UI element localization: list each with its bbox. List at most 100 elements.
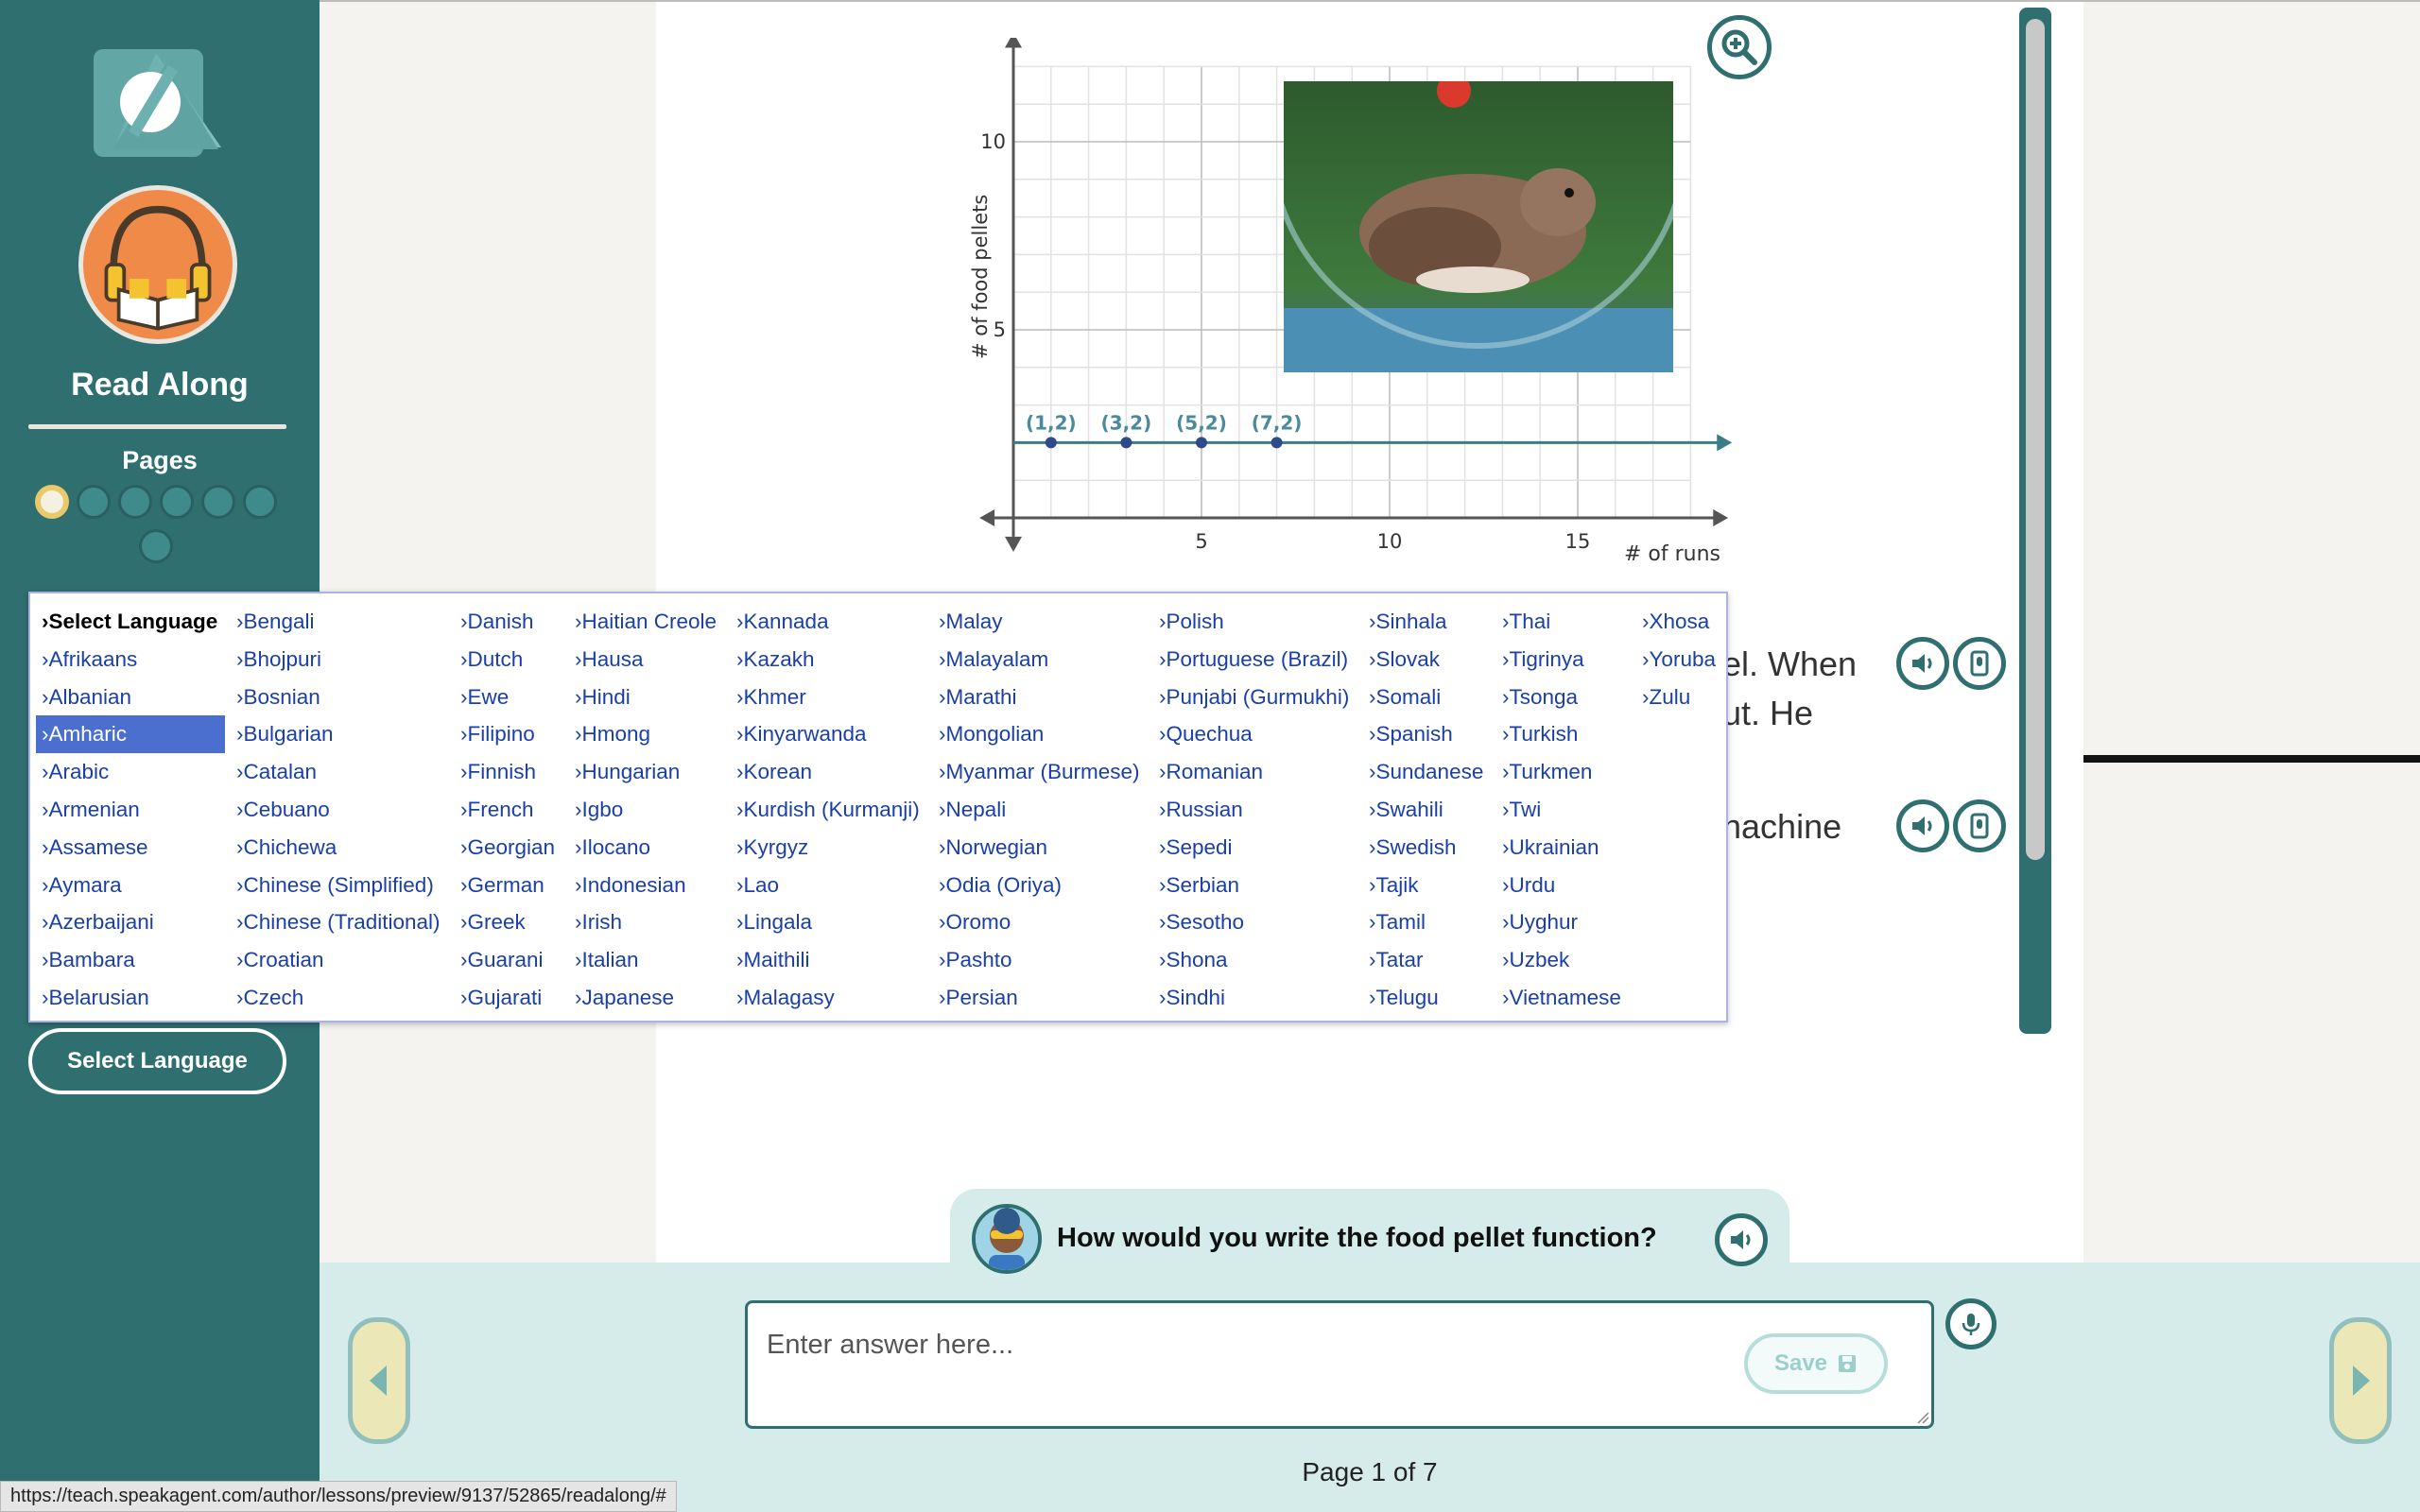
language-option[interactable]: ›Malayalam: [933, 641, 1140, 679]
save-button[interactable]: Save: [1744, 1333, 1888, 1394]
language-option[interactable]: ›Kannada: [731, 603, 920, 641]
language-option[interactable]: ›Malay: [933, 603, 1140, 641]
language-option[interactable]: ›Portuguese (Brazil): [1153, 641, 1349, 679]
language-option[interactable]: ›Tamil: [1363, 903, 1483, 941]
page-dot-4[interactable]: [160, 485, 194, 519]
language-option[interactable]: ›Bosnian: [231, 679, 441, 716]
language-option[interactable]: ›Arabic: [36, 753, 225, 791]
language-option[interactable]: ›Catalan: [231, 753, 441, 791]
select-language-button[interactable]: Select Language: [28, 1028, 286, 1094]
language-option[interactable]: ›Tajik: [1363, 867, 1483, 904]
language-option[interactable]: ›Sinhala: [1363, 603, 1483, 641]
page-dot-5[interactable]: [201, 485, 235, 519]
answer-input[interactable]: [767, 1326, 1674, 1364]
language-option[interactable]: ›Yoruba: [1636, 641, 1716, 679]
language-option[interactable]: ›Korean: [731, 753, 920, 791]
language-option[interactable]: ›Select Language: [36, 603, 225, 641]
language-option[interactable]: ›Somali: [1363, 679, 1483, 716]
language-option[interactable]: ›Uzbek: [1496, 941, 1621, 979]
language-option[interactable]: ›Quechua: [1153, 715, 1349, 753]
language-option[interactable]: ›Thai: [1496, 603, 1621, 641]
language-option[interactable]: ›Norwegian: [933, 829, 1140, 867]
language-option[interactable]: ›Sindhi: [1153, 979, 1349, 1017]
language-option[interactable]: ›Croatian: [231, 941, 441, 979]
language-option[interactable]: ›Assamese: [36, 829, 225, 867]
language-option[interactable]: ›Aymara: [36, 867, 225, 904]
language-option[interactable]: ›Romanian: [1153, 753, 1349, 791]
language-option[interactable]: ›Serbian: [1153, 867, 1349, 904]
language-option[interactable]: ›Swahili: [1363, 791, 1483, 829]
resize-grip-icon[interactable]: [1916, 1411, 1929, 1424]
language-option[interactable]: ›Bulgarian: [231, 715, 441, 753]
language-option[interactable]: ›Uyghur: [1496, 903, 1621, 941]
language-option[interactable]: ›Russian: [1153, 791, 1349, 829]
language-option[interactable]: ›Tatar: [1363, 941, 1483, 979]
language-option[interactable]: ›Japanese: [569, 979, 717, 1017]
language-option[interactable]: ›Persian: [933, 979, 1140, 1017]
language-option[interactable]: ›Marathi: [933, 679, 1140, 716]
language-option[interactable]: ›Kazakh: [731, 641, 920, 679]
language-option[interactable]: ›Lingala: [731, 903, 920, 941]
paragraph-1-audio-button[interactable]: [1896, 637, 1949, 690]
language-option[interactable]: ›Dutch: [455, 641, 555, 679]
language-option[interactable]: ›Belarusian: [36, 979, 225, 1017]
language-option[interactable]: ›Kinyarwanda: [731, 715, 920, 753]
language-option[interactable]: ›Chichewa: [231, 829, 441, 867]
language-option[interactable]: ›Spanish: [1363, 715, 1483, 753]
scrollbar-thumb[interactable]: [2026, 19, 2045, 860]
language-option[interactable]: ›Kurdish (Kurmanji): [731, 791, 920, 829]
paragraph-1-record-button[interactable]: [1953, 637, 2006, 690]
language-option[interactable]: ›Greek: [455, 903, 555, 941]
language-option[interactable]: ›Urdu: [1496, 867, 1621, 904]
language-option[interactable]: ›Finnish: [455, 753, 555, 791]
language-option[interactable]: ›Bhojpuri: [231, 641, 441, 679]
language-option[interactable]: ›Chinese (Traditional): [231, 903, 441, 941]
language-option[interactable]: ›Lao: [731, 867, 920, 904]
language-option[interactable]: ›Kyrgyz: [731, 829, 920, 867]
language-option[interactable]: ›Odia (Oriya): [933, 867, 1140, 904]
language-option[interactable]: ›Slovak: [1363, 641, 1483, 679]
language-option[interactable]: ›Bengali: [231, 603, 441, 641]
language-option[interactable]: ›Punjabi (Gurmukhi): [1153, 679, 1349, 716]
language-option[interactable]: ›Myanmar (Burmese): [933, 753, 1140, 791]
language-option[interactable]: ›Hmong: [569, 715, 717, 753]
paragraph-2-audio-button[interactable]: [1896, 799, 1949, 852]
page-dot-7[interactable]: [139, 529, 173, 563]
language-option[interactable]: ›Ukrainian: [1496, 829, 1621, 867]
language-option[interactable]: ›Haitian Creole: [569, 603, 717, 641]
language-option[interactable]: ›Armenian: [36, 791, 225, 829]
language-option[interactable]: ›Danish: [455, 603, 555, 641]
language-option[interactable]: ›Chinese (Simplified): [231, 867, 441, 904]
language-option[interactable]: ›Indonesian: [569, 867, 717, 904]
language-option[interactable]: ›Igbo: [569, 791, 717, 829]
language-option[interactable]: ›Nepali: [933, 791, 1140, 829]
language-option[interactable]: ›Hungarian: [569, 753, 717, 791]
language-option[interactable]: ›Turkish: [1496, 715, 1621, 753]
language-option[interactable]: ›Cebuano: [231, 791, 441, 829]
language-option[interactable]: ›Azerbaijani: [36, 903, 225, 941]
language-option[interactable]: ›Amharic: [36, 715, 225, 754]
language-option[interactable]: ›Irish: [569, 903, 717, 941]
language-option[interactable]: ›Italian: [569, 941, 717, 979]
language-option[interactable]: ›Guarani: [455, 941, 555, 979]
next-page-button[interactable]: [2329, 1317, 2392, 1444]
language-option[interactable]: ›Czech: [231, 979, 441, 1017]
page-dot-6[interactable]: [243, 485, 277, 519]
language-option[interactable]: ›Sepedi: [1153, 829, 1349, 867]
language-option[interactable]: ›Filipino: [455, 715, 555, 753]
language-option[interactable]: ›Twi: [1496, 791, 1621, 829]
language-option[interactable]: ›Georgian: [455, 829, 555, 867]
language-option[interactable]: ›Oromo: [933, 903, 1140, 941]
language-option[interactable]: ›Malagasy: [731, 979, 920, 1017]
question-audio-button[interactable]: [1715, 1213, 1768, 1266]
language-option[interactable]: ›Khmer: [731, 679, 920, 716]
language-option[interactable]: ›Xhosa: [1636, 603, 1716, 641]
language-option[interactable]: ›Hindi: [569, 679, 717, 716]
previous-page-button[interactable]: [348, 1317, 410, 1444]
language-option[interactable]: ›Afrikaans: [36, 641, 225, 679]
language-option[interactable]: ›Gujarati: [455, 979, 555, 1017]
language-option[interactable]: ›Swedish: [1363, 829, 1483, 867]
language-option[interactable]: ›Sesotho: [1153, 903, 1349, 941]
language-option[interactable]: ›Hausa: [569, 641, 717, 679]
language-option[interactable]: ›Turkmen: [1496, 753, 1621, 791]
